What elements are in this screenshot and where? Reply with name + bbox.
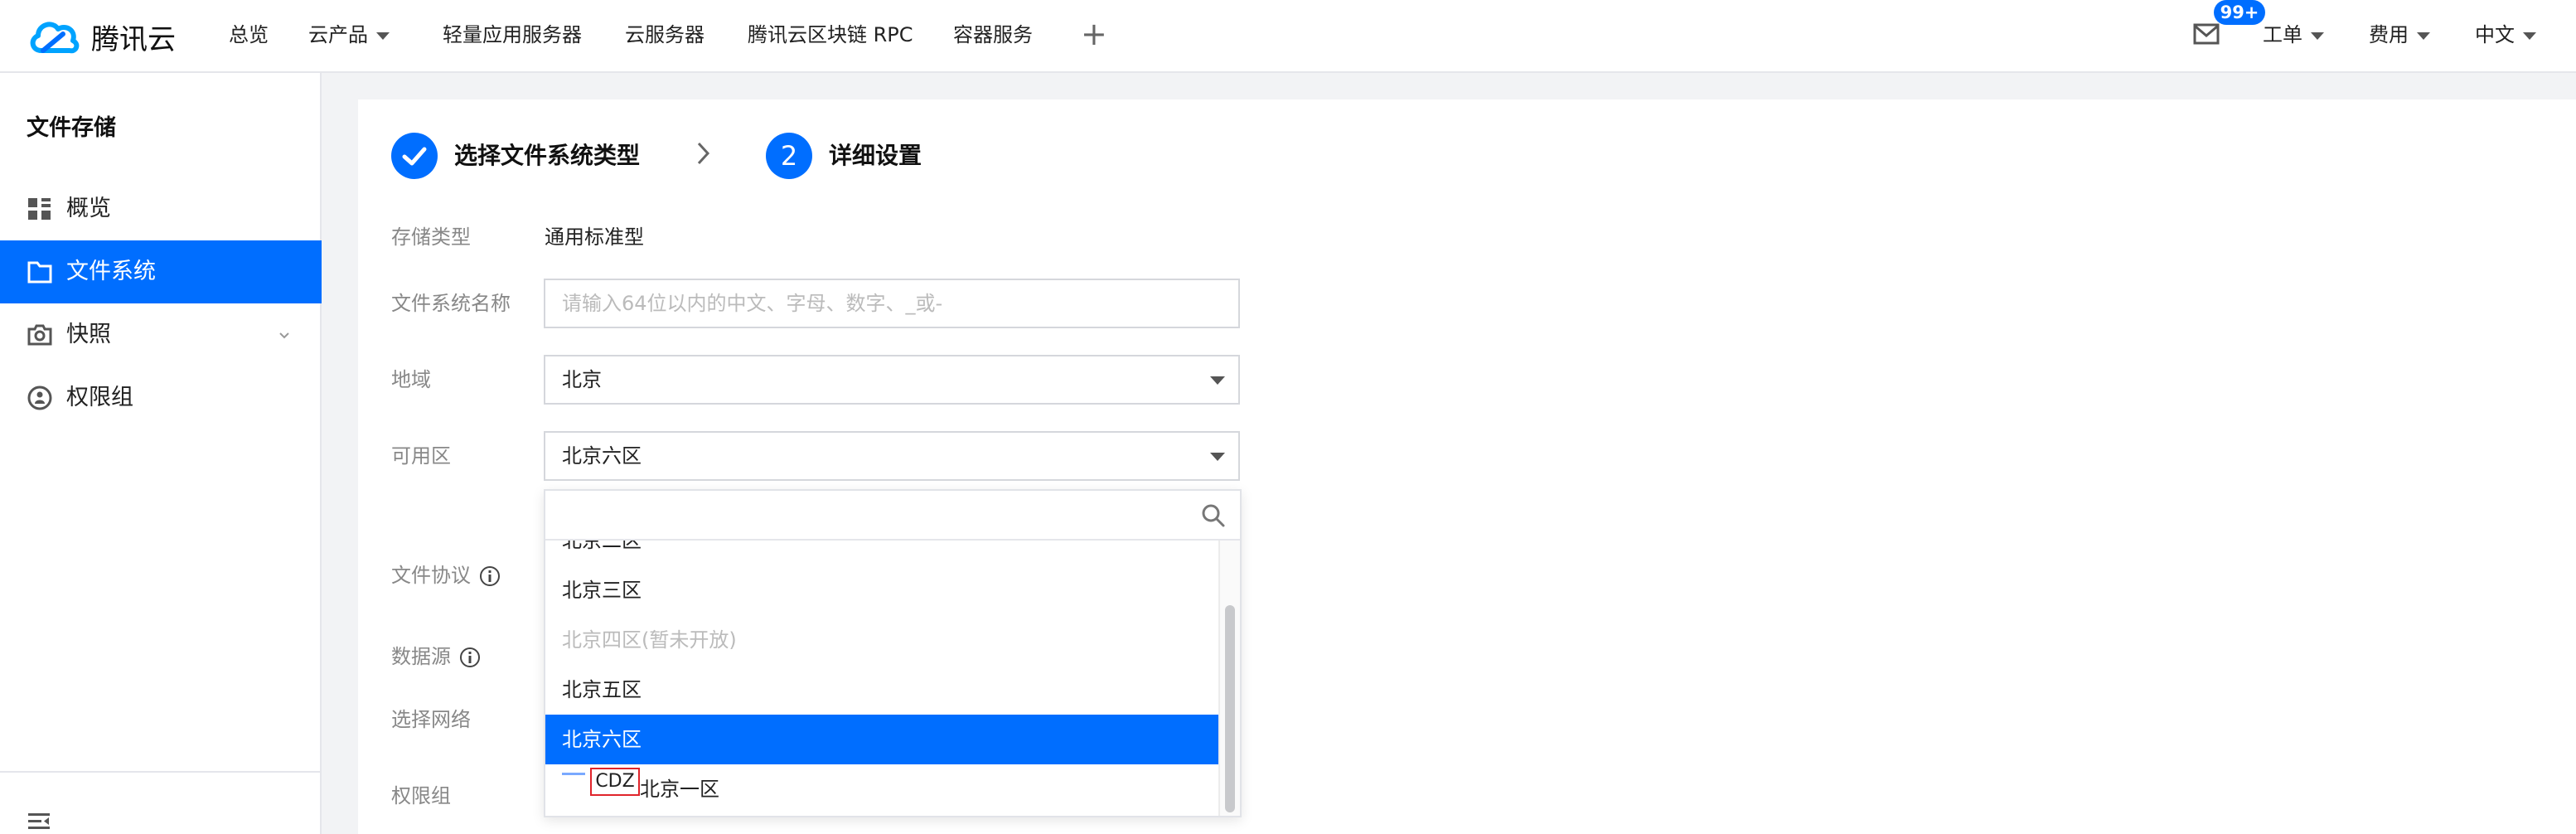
storage-type-value: 通用标准型 xyxy=(545,225,644,249)
nav-products[interactable]: 云产品 xyxy=(308,20,390,50)
permission-icon xyxy=(27,385,52,410)
sidebar-item-label: 概览 xyxy=(66,196,111,221)
check-icon xyxy=(402,147,427,166)
zone-value: 北京六区 xyxy=(562,444,642,468)
nav-tickets-label: 工单 xyxy=(2263,23,2302,46)
sidebar-item-label: 权限组 xyxy=(66,385,133,410)
collapse-sidebar-icon[interactable] xyxy=(27,809,51,834)
data-source-label-text: 数据源 xyxy=(391,645,451,668)
sidebar-item-overview[interactable]: 概览 xyxy=(0,177,322,240)
fs-name-label: 文件系统名称 xyxy=(391,292,511,315)
sidebar-item-snapshot[interactable]: 快照 xyxy=(0,303,322,366)
sidebar-divider xyxy=(0,771,322,773)
nav-tickets[interactable]: 工单 xyxy=(2263,20,2324,50)
zone-search-input[interactable] xyxy=(545,491,1240,539)
zone-select[interactable]: 北京六区 xyxy=(544,431,1240,481)
storage-type-label: 存储类型 xyxy=(391,225,471,249)
step-2-label: 详细设置 xyxy=(829,142,922,169)
step-1-done-icon xyxy=(391,133,438,179)
info-icon[interactable] xyxy=(459,647,481,668)
sidebar-item-file-system[interactable]: 文件系统 xyxy=(0,240,322,303)
protocol-label-text: 文件协议 xyxy=(391,564,471,587)
zone-option-beijing-2[interactable]: 北京二区 xyxy=(545,541,1218,565)
cdz-tag: CDZ xyxy=(590,768,640,796)
network-label: 选择网络 xyxy=(391,708,471,731)
add-nav-icon[interactable]: + xyxy=(1081,15,1107,53)
zone-option-beijing-4-disabled: 北京四区(暂未开放) xyxy=(562,628,737,652)
message-count-badge: 99+ xyxy=(2214,0,2265,25)
brand-logo[interactable]: 腾讯云 xyxy=(27,13,176,60)
zone-option-beijing-6[interactable]: 北京六区 xyxy=(545,715,1218,764)
caret-down-icon xyxy=(1210,453,1225,461)
dropdown-search xyxy=(545,491,1240,541)
step-1-label: 选择文件系统类型 xyxy=(454,142,641,169)
chevron-down-icon xyxy=(376,32,390,40)
zone-label: 可用区 xyxy=(391,444,451,468)
grid-icon xyxy=(28,198,51,220)
nav-language[interactable]: 中文 xyxy=(2475,20,2536,50)
nav-cvm[interactable]: 云服务器 xyxy=(625,20,705,50)
top-navigation-bar: 腾讯云 总览 云产品 轻量应用服务器 云服务器 腾讯云区块链 RPC 容器服务 … xyxy=(0,0,2576,73)
caret-down-icon xyxy=(1210,376,1225,385)
dropdown-scrollbar-thumb[interactable] xyxy=(1225,605,1235,812)
nav-blockchain-rpc[interactable]: 腾讯云区块链 RPC xyxy=(748,20,913,50)
fs-name-field[interactable] xyxy=(544,279,1240,328)
step-2-number: 2 xyxy=(766,133,812,179)
nav-billing[interactable]: 费用 xyxy=(2369,20,2430,50)
region-value: 北京 xyxy=(562,368,602,391)
zone-option-cdz-beijing-1[interactable]: CDZ 北京一区 xyxy=(545,764,1218,814)
nav-billing-label: 费用 xyxy=(2369,23,2409,46)
sidebar-item-label: 快照 xyxy=(66,322,111,347)
nav-container[interactable]: 容器服务 xyxy=(953,20,1033,50)
sidebar-title: 文件存储 xyxy=(27,115,116,141)
sidebar: 文件存储 概览 文件系统 快照 权限组 xyxy=(0,73,322,834)
folder-icon xyxy=(27,261,52,284)
region-label: 地域 xyxy=(391,368,431,391)
chevron-down-icon xyxy=(2417,32,2430,40)
data-source-label: 数据源 xyxy=(391,642,481,672)
camera-icon xyxy=(27,324,52,346)
chevron-down-icon xyxy=(2523,32,2536,40)
mail-icon[interactable] xyxy=(2193,23,2220,45)
dropdown-scrollbar[interactable] xyxy=(1218,541,1240,816)
nav-lighthouse[interactable]: 轻量应用服务器 xyxy=(443,20,582,50)
chevron-down-icon xyxy=(2311,32,2324,40)
zone-option-list: 北京二区 北京三区 北京四区(暂未开放) 北京五区 北京六区 CDZ 北京一区 xyxy=(545,541,1218,816)
nav-products-label: 云产品 xyxy=(308,23,368,46)
region-select[interactable]: 北京 xyxy=(544,355,1240,405)
create-file-system-card: 选择文件系统类型 2 详细设置 存储类型 通用标准型 文件系统名称 地域 北京 … xyxy=(358,99,2576,834)
chevron-right-icon xyxy=(697,142,710,165)
search-icon[interactable] xyxy=(1200,502,1227,529)
protocol-label: 文件协议 xyxy=(391,560,501,590)
cloud-logo-icon xyxy=(30,22,80,54)
sidebar-item-label: 文件系统 xyxy=(66,259,156,284)
nav-language-label: 中文 xyxy=(2475,23,2515,46)
zone-dropdown: 北京二区 北京三区 北京四区(暂未开放) 北京五区 北京六区 CDZ 北京一区 xyxy=(544,489,1242,817)
brand-name: 腾讯云 xyxy=(91,22,176,56)
fs-name-input[interactable] xyxy=(545,280,1238,327)
nav-overview[interactable]: 总览 xyxy=(229,20,269,50)
zone-option-beijing-5[interactable]: 北京五区 xyxy=(545,665,1218,715)
cdz-zone-label: 北京一区 xyxy=(640,778,719,801)
chevron-down-icon[interactable] xyxy=(278,332,290,340)
info-icon[interactable] xyxy=(479,565,501,587)
sidebar-item-permission-group[interactable]: 权限组 xyxy=(0,366,322,429)
permission-group-label: 权限组 xyxy=(391,784,451,807)
zone-option-beijing-3[interactable]: 北京三区 xyxy=(545,565,1218,615)
cdz-decoration xyxy=(562,773,585,775)
